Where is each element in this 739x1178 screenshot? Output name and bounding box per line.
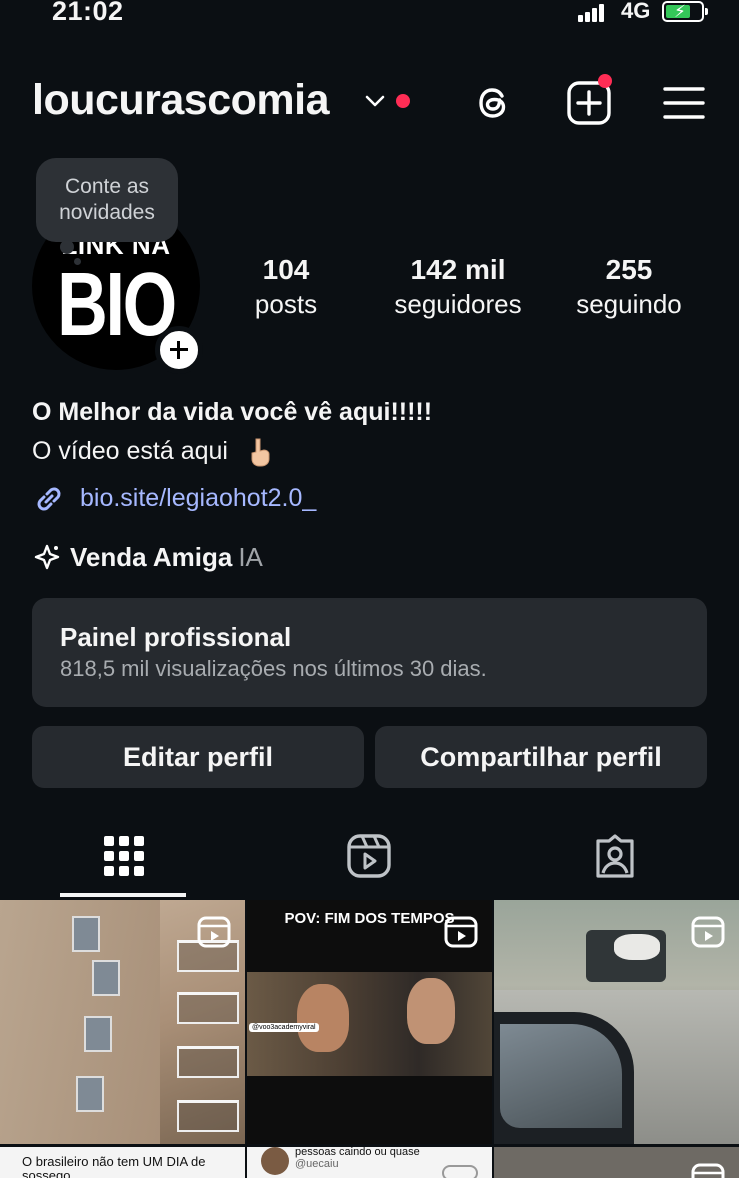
stat-following[interactable]: 255 seguindo [560, 253, 698, 321]
stat-posts[interactable]: 104 posts [236, 253, 336, 321]
bio-line: O vídeo está aqui [32, 437, 273, 467]
dashboard-title: Painel profissional [60, 622, 292, 652]
reel-badge-icon [444, 916, 478, 948]
active-tab-indicator [60, 893, 186, 897]
status-time: 21:02 [52, 0, 124, 26]
reel-badge-icon [691, 916, 725, 948]
reel-badge-icon [691, 1163, 725, 1178]
pointing-down-icon [251, 438, 270, 467]
link-icon [37, 487, 61, 511]
account-notification-dot [396, 94, 410, 108]
posts-count: 104 [262, 254, 310, 285]
battery-icon: ⚡ [662, 1, 708, 22]
ai-agent-name: Venda Amiga [70, 542, 233, 572]
status-bar: 21:02 4G ⚡ [0, 0, 739, 28]
stat-followers[interactable]: 142 mil seguidores [378, 253, 538, 321]
tagged-icon[interactable] [592, 833, 638, 879]
followers-label: seguidores [394, 289, 522, 319]
posts-grid: POV: FIM DOS TEMPOS @voo3academyviral O … [0, 900, 739, 1178]
post-tag: @voo3academyviral [249, 1023, 319, 1032]
post-thumbnail[interactable] [0, 900, 245, 1144]
post-caption: pessoas caindo ou quase [295, 1147, 420, 1158]
create-notification-dot [598, 74, 612, 88]
signal-icon [578, 4, 606, 22]
note-bubble-tail [60, 240, 74, 254]
post-thumbnail[interactable]: POV: FIM DOS TEMPOS @voo3academyviral [247, 900, 492, 1144]
note-bubble-tail-small [74, 258, 81, 265]
network-type: 4G [621, 0, 651, 23]
dashboard-subtitle: 818,5 mil visualizações nos últimos 30 d… [60, 656, 487, 681]
reel-badge-icon [197, 916, 231, 948]
ai-badge: IA [238, 542, 263, 572]
post-thumbnail[interactable]: pessoas caindo ou quase @uecaiu [247, 1147, 492, 1178]
share-profile-button[interactable]: Compartilhar perfil [375, 726, 707, 788]
sparkle-icon [34, 544, 60, 570]
edit-profile-button[interactable]: Editar perfil [32, 726, 364, 788]
following-label: seguindo [576, 289, 682, 319]
bio-title: O Melhor da vida você vê aqui!!!!! [32, 398, 433, 426]
post-thumbnail[interactable] [494, 1147, 739, 1178]
posts-label: posts [254, 289, 318, 319]
add-story-button[interactable] [155, 326, 203, 374]
toggle-icon [442, 1165, 478, 1178]
chevron-down-icon[interactable] [364, 94, 386, 108]
bio-line-text: O vídeo está aqui [32, 437, 228, 465]
threads-icon[interactable] [471, 80, 517, 126]
post-caption: O brasileiro não tem UM DIA de sossego [22, 1154, 206, 1178]
post-handle: @uecaiu [295, 1158, 339, 1170]
profile-header: loucurascomia [0, 70, 739, 136]
avatar [261, 1147, 289, 1175]
note-bubble[interactable]: Conte as novidades [36, 158, 178, 242]
followers-count: 142 mil [410, 254, 506, 285]
post-thumbnail[interactable]: O brasileiro não tem UM DIA de sossego [0, 1147, 245, 1178]
reels-icon[interactable] [346, 833, 392, 879]
post-thumbnail[interactable] [494, 900, 739, 1144]
bio-link-text[interactable]: bio.site/legiaohot2.0_ [80, 484, 316, 513]
professional-dashboard[interactable]: Painel profissional 818,5 mil visualizaç… [32, 598, 707, 707]
username[interactable]: loucurascomia [32, 76, 330, 125]
menu-icon[interactable] [661, 80, 707, 126]
grid-icon[interactable] [101, 833, 147, 879]
following-count: 255 [605, 254, 653, 285]
ai-agent-label: Venda Amiga IA [70, 542, 263, 573]
